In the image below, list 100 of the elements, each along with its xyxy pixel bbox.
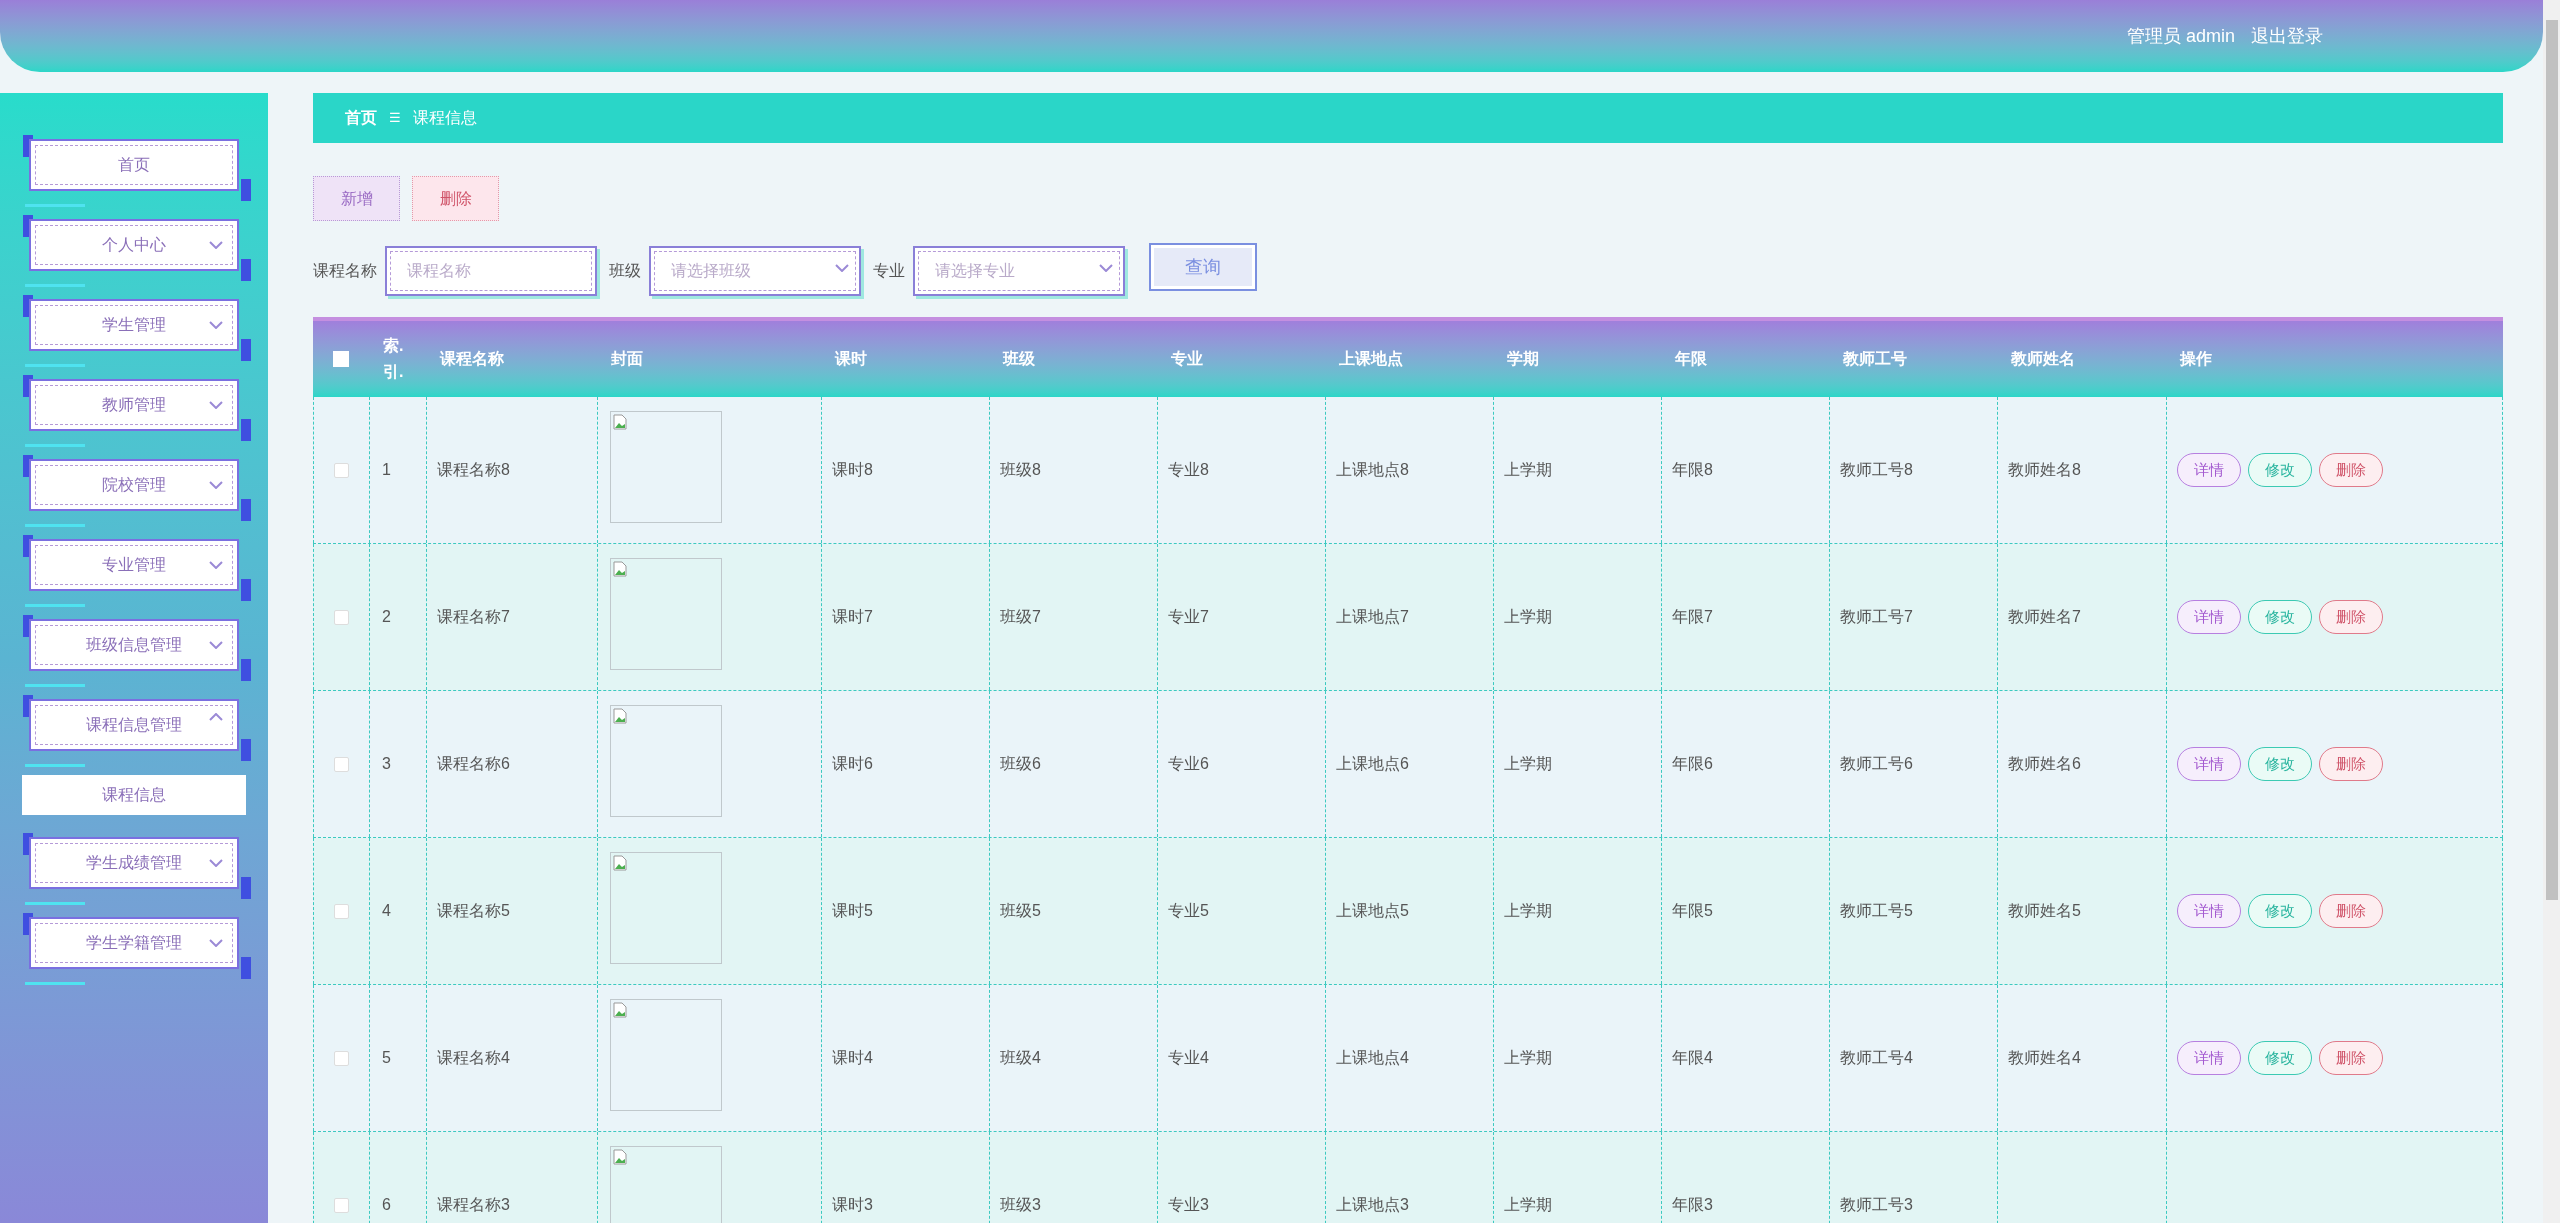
table-cell-text: 课程名称3	[437, 1195, 510, 1215]
column-header: 课程名称	[440, 349, 504, 369]
checkbox[interactable]	[334, 903, 349, 919]
menu-item[interactable]: 课程信息管理	[29, 699, 239, 751]
table-cell-text: 班级6	[1000, 754, 1041, 774]
delete-button[interactable]: 删除	[2319, 747, 2383, 781]
menu-item[interactable]: 学生学籍管理	[29, 917, 239, 969]
delete-button[interactable]: 删除	[2319, 1041, 2383, 1075]
corner-decoration	[241, 739, 251, 761]
table-cell-text: 上课地点5	[1336, 901, 1409, 921]
table-cell-text: 上课地点7	[1336, 607, 1409, 627]
table-cell-text: 课时8	[832, 460, 873, 480]
select-field[interactable]: 请选择专业	[913, 246, 1125, 296]
line-decoration	[25, 444, 85, 447]
delete-button[interactable]: 删除	[412, 176, 499, 221]
corner-decoration	[241, 419, 251, 441]
table-cell-text: 上课地点4	[1336, 1048, 1409, 1068]
submenu-item[interactable]: 课程信息	[22, 775, 246, 815]
input-field[interactable]: 课程名称	[385, 246, 597, 296]
detail-button[interactable]: 详情	[2177, 1041, 2241, 1075]
table-cell-text: 上学期	[1504, 1195, 1552, 1215]
checkbox[interactable]	[334, 1050, 349, 1066]
table-cell-text: 上学期	[1504, 607, 1552, 627]
column-header: 上课地点	[1339, 349, 1403, 369]
edit-button[interactable]: 修改	[2248, 894, 2312, 928]
menu-item[interactable]: 院校管理	[29, 459, 239, 511]
line-decoration	[25, 684, 85, 687]
table-cell-text: 课时4	[832, 1048, 873, 1068]
table-cell-text: 课程名称5	[437, 901, 510, 921]
filter-label: 专业	[873, 261, 905, 281]
detail-button[interactable]: 详情	[2177, 600, 2241, 634]
table-cell-text: 专业5	[1168, 901, 1209, 921]
table-cell-text: 4	[382, 901, 391, 921]
table-cell-text: 年限3	[1672, 1195, 1713, 1215]
column-header: 教师工号	[1843, 349, 1907, 369]
table-cell-text: 课程名称4	[437, 1048, 510, 1068]
edit-button[interactable]: 修改	[2248, 747, 2312, 781]
table-cell-text: 年限6	[1672, 754, 1713, 774]
detail-button[interactable]: 详情	[2177, 453, 2241, 487]
table-cell-text: 6	[382, 1195, 391, 1215]
table-cell-text: 专业3	[1168, 1195, 1209, 1215]
line-decoration	[25, 524, 85, 527]
table-cell-text: 教师姓名8	[2008, 460, 2081, 480]
checkbox[interactable]	[334, 462, 349, 478]
menu-item[interactable]: 个人中心	[29, 219, 239, 271]
edit-button[interactable]: 修改	[2248, 1041, 2312, 1075]
table-cell-text: 教师工号5	[1840, 901, 1913, 921]
menu-item[interactable]: 专业管理	[29, 539, 239, 591]
delete-button[interactable]: 删除	[2319, 894, 2383, 928]
broken-image-icon	[613, 1149, 627, 1165]
table-cell-text: 上学期	[1504, 460, 1552, 480]
column-header: 封面	[611, 349, 643, 369]
search-button[interactable]: 查询	[1149, 243, 1257, 291]
edit-button[interactable]: 修改	[2248, 453, 2312, 487]
line-decoration	[25, 604, 85, 607]
table-cell-text: 教师工号4	[1840, 1048, 1913, 1068]
table-cell-text: 专业7	[1168, 607, 1209, 627]
logout-link[interactable]: 退出登录	[2251, 22, 2323, 50]
scrollbar[interactable]	[2543, 0, 2560, 1223]
broken-image-icon	[613, 414, 627, 430]
table-cell-text: 课程名称7	[437, 607, 510, 627]
table-cell-text: 教师工号6	[1840, 754, 1913, 774]
checkbox[interactable]	[334, 756, 349, 772]
table-cell-text: 教师姓名5	[2008, 901, 2081, 921]
checkbox[interactable]	[334, 609, 349, 625]
filter-label: 课程名称	[313, 261, 377, 281]
menu-item[interactable]: 教师管理	[29, 379, 239, 431]
table-cell-text: 专业8	[1168, 460, 1209, 480]
table-cell-text: 教师工号7	[1840, 607, 1913, 627]
select-field[interactable]: 请选择班级	[649, 246, 861, 296]
edit-button[interactable]: 修改	[2248, 600, 2312, 634]
menu-item[interactable]: 学生管理	[29, 299, 239, 351]
detail-button[interactable]: 详情	[2177, 747, 2241, 781]
table-cell-text: 2	[382, 607, 391, 627]
table-cell-text: 年限7	[1672, 607, 1713, 627]
broken-image-icon	[613, 561, 627, 577]
table-cell-text: 课时5	[832, 901, 873, 921]
add-button[interactable]: 新增	[313, 176, 400, 221]
corner-decoration	[241, 259, 251, 281]
table-cell-text: 年限5	[1672, 901, 1713, 921]
table-cell-text: 课程名称8	[437, 460, 510, 480]
line-decoration	[25, 764, 85, 767]
table-cell-text: 班级4	[1000, 1048, 1041, 1068]
separator-icon: ☰	[389, 108, 401, 128]
caret-down-icon	[835, 264, 849, 272]
broken-image-icon	[613, 855, 627, 871]
checkbox[interactable]	[334, 1197, 349, 1213]
detail-button[interactable]: 详情	[2177, 894, 2241, 928]
menu-item[interactable]: 学生成绩管理	[29, 837, 239, 889]
column-header: 课时	[835, 349, 867, 369]
delete-button[interactable]: 删除	[2319, 600, 2383, 634]
corner-decoration	[241, 659, 251, 681]
delete-button[interactable]: 删除	[2319, 453, 2383, 487]
menu-item[interactable]: 班级信息管理	[29, 619, 239, 671]
corner-decoration	[241, 499, 251, 521]
table-cell-text: 教师工号8	[1840, 460, 1913, 480]
column-header: 操作	[2180, 349, 2212, 369]
menu-item[interactable]: 首页	[29, 139, 239, 191]
table-cell-text: 教师姓名7	[2008, 607, 2081, 627]
table-cell-text: 上学期	[1504, 901, 1552, 921]
